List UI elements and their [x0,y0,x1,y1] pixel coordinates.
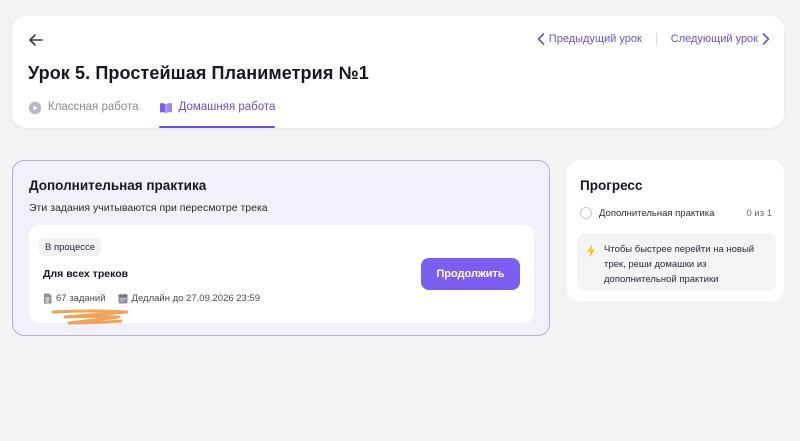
chevron-right-icon [762,33,770,45]
tasks-count: 67 заданий [43,293,106,304]
deadline: Дедлайн до 27.09.2026 23:59 [118,293,261,304]
tasks-count-label: 67 заданий [56,293,106,304]
prev-lesson-label: Предыдущий урок [548,33,642,45]
lesson-navigation: Предыдущий урок Следующий урок [537,30,770,48]
progress-title: Прогресс [580,178,643,193]
chevron-left-icon [537,33,545,45]
lightning-icon [587,244,595,258]
tab-classwork-label: Классная работа [48,101,139,113]
prev-lesson-link[interactable]: Предыдущий урок [537,33,642,45]
track-name: Для всех треков [43,268,129,280]
progress-item-count: 0 из 1 [746,207,772,219]
back-button[interactable] [26,30,46,50]
calendar-icon [118,293,128,304]
track-card: В процессе Для всех треков 67 заданий Де… [29,225,534,325]
practice-title: Дополнительная практика [29,178,207,193]
page-title: Урок 5. Простейшая Планиметрия №1 [28,63,369,83]
play-circle-icon [28,101,42,115]
additional-practice-card: Дополнительная практика Эти задания учит… [12,160,550,336]
arrow-left-icon [29,34,43,46]
progress-item-label: Дополнительная практика [599,207,715,219]
tab-homework-label: Домашняя работа [178,101,276,113]
lesson-page: Предыдущий урок Следующий урок Урок 5. П… [0,0,800,441]
tab-homework[interactable]: Домашняя работа [158,96,276,128]
tab-classwork[interactable]: Классная работа [28,96,139,128]
next-lesson-label: Следующий урок [670,33,758,45]
nav-divider [655,33,657,45]
hint-text: Чтобы быстрее перейти на новый трек, реш… [604,244,755,285]
document-icon [44,293,52,304]
continue-button[interactable]: Продолжить [421,258,520,290]
lesson-header: Предыдущий урок Следующий урок Урок 5. П… [12,16,784,128]
deadline-label: Дедлайн до 27.09.2026 23:59 [131,293,261,304]
lesson-tabs: Классная работа Домашняя работа [28,96,275,128]
status-badge: В процессе [39,238,102,256]
book-icon [159,101,173,115]
track-meta: 67 заданий Дедлайн до 27.09.2026 23:59 [43,293,260,304]
highlight-scribble [51,309,129,325]
progress-card: Прогресс Дополнительная практика 0 из 1 … [567,160,784,301]
next-lesson-link[interactable]: Следующий урок [671,33,770,45]
hint-box: Чтобы быстрее перейти на новый трек, реш… [577,233,776,291]
progress-item: Дополнительная практика 0 из 1 [580,206,772,220]
progress-status-indicator [580,207,592,219]
practice-subtitle: Эти задания учитываются при пересмотре т… [29,202,268,214]
